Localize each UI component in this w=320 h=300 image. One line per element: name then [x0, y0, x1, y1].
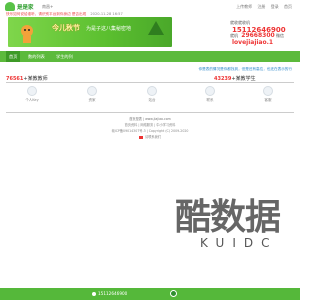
bottom-bar: 15112646900: [0, 288, 300, 300]
divider: [6, 82, 294, 83]
teacher-count: 76561+某教教师: [6, 75, 48, 82]
banner-title: 今儿秋节: [52, 24, 80, 32]
footer-contact-link[interactable]: 请联系我们: [145, 135, 161, 139]
wx-label: 微信: [275, 33, 284, 38]
quick-link-label: 个人Key: [25, 98, 39, 102]
top-link-register[interactable]: 注册: [257, 4, 265, 9]
nav-item-students[interactable]: 学生的列: [56, 54, 73, 60]
notice-time: 2020-11-28 16:57: [90, 12, 123, 16]
qq-label: 就机: [230, 33, 238, 38]
watermark-text: 酷数据: [175, 196, 281, 238]
divider: [6, 112, 294, 113]
quick-link-info[interactable]: 资家: [72, 86, 112, 103]
watermark: 酷数据 KUIDC: [160, 188, 300, 268]
top-link-login[interactable]: 登录: [271, 4, 279, 9]
bottom-phone[interactable]: 15112646900: [92, 291, 127, 296]
wx-id[interactable]: lovejiajiao.1: [232, 39, 273, 46]
main-nav: 首页 数的列表 学生的列: [0, 51, 300, 62]
banner[interactable]: 今儿秋节 为是子这八集秘密地: [8, 17, 172, 47]
brand-name[interactable]: 是是家: [17, 3, 34, 11]
sub-notice[interactable]: 你是表的情况是你都找到，但是还有高位，也还在表示的行: [199, 67, 292, 72]
banner-subtitle: 为是子这八集秘密地: [86, 26, 132, 32]
contact-icon: [205, 86, 215, 96]
watermark-subtext: KUIDC: [200, 236, 278, 250]
cartoon-cat-icon: [21, 25, 33, 43]
station-icon: [147, 86, 157, 96]
tree-icon: [148, 21, 164, 35]
quick-link-key[interactable]: 个人Key: [12, 86, 52, 103]
quick-link-station[interactable]: 站台: [132, 86, 172, 103]
top-links: 上传教师 注册 登录 首页: [232, 4, 292, 10]
notice-text[interactable]: 快乐如何说给谁听，请识别平台到你身边 是否出现: [6, 12, 86, 16]
city-selector[interactable]: 南昌+: [42, 4, 53, 10]
top-link-home[interactable]: 首页: [284, 4, 292, 9]
footer: 首页是表 | www.jiajiao.com 首页资料 | 网络服务 | 中小学…: [0, 116, 300, 140]
nav-item-teachers[interactable]: 数的列表: [28, 54, 45, 60]
nav-item-home[interactable]: 首页: [6, 51, 21, 62]
badge-icon: [139, 135, 144, 139]
phone-label: 就收就收机: [230, 20, 250, 25]
qq-number[interactable]: 29668300: [241, 32, 274, 39]
quick-link-label: 联系: [206, 98, 214, 102]
top-link-upload[interactable]: 上传教师: [236, 4, 252, 9]
student-count: 43239+某教学生: [214, 75, 256, 82]
quick-link-label: 站台: [148, 98, 156, 102]
key-icon: [27, 86, 37, 96]
quick-link-label: 客服: [264, 98, 272, 102]
service-icon: [263, 86, 273, 96]
quick-link-label: 资家: [88, 98, 96, 102]
logo-icon[interactable]: [5, 2, 15, 11]
wechat-icon[interactable]: [170, 290, 177, 297]
info-icon: [87, 86, 97, 96]
contact-qq: 就机 29668300 微信 lovejiajiao.1: [230, 32, 300, 46]
quick-link-contact[interactable]: 联系: [190, 86, 230, 103]
quick-links: 个人Key 资家 站台 联系 客服: [0, 86, 300, 110]
quick-link-service[interactable]: 客服: [248, 86, 288, 103]
footer-line-4[interactable]: 请联系我们: [0, 134, 300, 140]
